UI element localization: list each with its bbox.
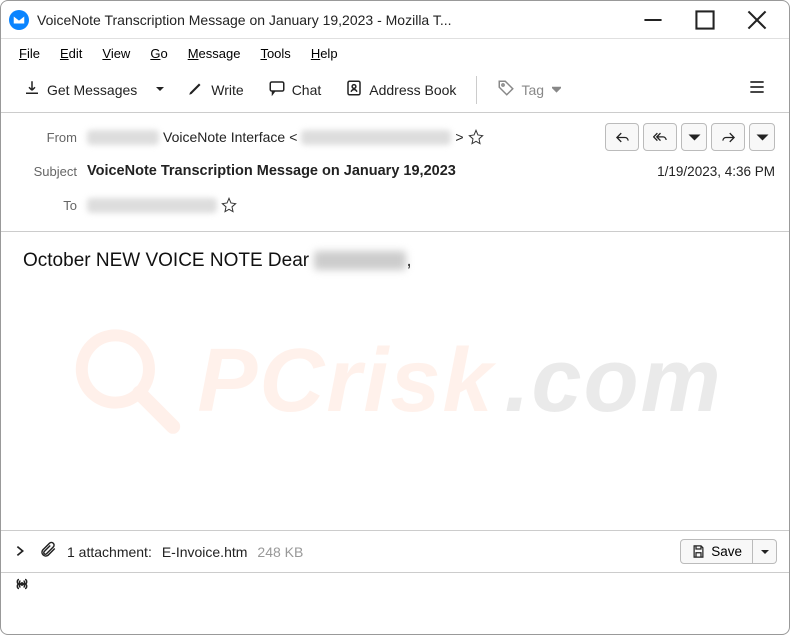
reply-button[interactable] [605, 123, 639, 151]
menu-view[interactable]: View [94, 43, 138, 64]
body-text-before: October NEW VOICE NOTE Dear [23, 250, 314, 271]
body-name-redacted [314, 251, 406, 270]
menu-go[interactable]: Go [142, 43, 175, 64]
attachment-count: 1 attachment: [67, 544, 152, 560]
menu-edit[interactable]: Edit [52, 43, 90, 64]
window-titlebar: VoiceNote Transcription Message on Janua… [1, 1, 789, 39]
write-button[interactable]: Write [177, 73, 253, 106]
menu-tools[interactable]: Tools [252, 43, 298, 64]
get-messages-label: Get Messages [47, 82, 137, 98]
get-messages-dropdown[interactable] [147, 75, 173, 105]
to-star-icon[interactable] [221, 197, 237, 213]
forward-button[interactable] [711, 123, 745, 151]
message-date: 1/19/2023, 4:36 PM [657, 164, 775, 179]
pencil-icon [187, 79, 205, 100]
header-actions [605, 123, 775, 151]
window-controls [641, 8, 781, 32]
from-label: From [15, 130, 77, 145]
more-actions-dropdown[interactable] [749, 123, 775, 151]
reply-dropdown[interactable] [681, 123, 707, 151]
save-group: Save [680, 539, 777, 564]
download-icon [23, 79, 41, 100]
status-bar [1, 572, 789, 600]
thunderbird-icon [9, 10, 29, 30]
menu-message[interactable]: Message [180, 43, 249, 64]
close-button[interactable] [745, 8, 769, 32]
from-prefix-redacted [87, 130, 159, 145]
paperclip-icon [39, 541, 57, 562]
chat-label: Chat [292, 82, 322, 98]
menubar: File Edit View Go Message Tools Help [1, 39, 789, 67]
attachment-size: 248 KB [257, 544, 303, 560]
from-star-icon[interactable] [468, 129, 484, 145]
subject-value: VoiceNote Transcription Message on Janua… [87, 163, 657, 179]
address-book-label: Address Book [369, 82, 456, 98]
save-button[interactable]: Save [680, 539, 753, 564]
menu-help[interactable]: Help [303, 43, 346, 64]
watermark: PCrisk.com [67, 321, 722, 441]
attachment-bar: 1 attachment: E-Invoice.htm 248 KB Save [1, 530, 789, 572]
app-menu-button[interactable] [737, 71, 777, 108]
tag-icon [497, 79, 515, 100]
from-name: VoiceNote Interface [163, 129, 285, 145]
tag-label: Tag [521, 82, 544, 98]
minimize-button[interactable] [641, 8, 665, 32]
subject-label: Subject [15, 164, 77, 179]
to-value [87, 197, 775, 213]
get-messages-button[interactable]: Get Messages [13, 73, 147, 106]
address-book-icon [345, 79, 363, 100]
write-label: Write [211, 82, 243, 98]
maximize-button[interactable] [693, 8, 717, 32]
attachment-filename[interactable]: E-Invoice.htm [162, 544, 248, 560]
toolbar: Get Messages Write Chat Address Book Tag [1, 67, 789, 113]
save-dropdown[interactable] [753, 539, 777, 564]
chat-button[interactable]: Chat [258, 73, 332, 106]
window-title: VoiceNote Transcription Message on Janua… [37, 12, 641, 28]
body-text-after: , [406, 250, 411, 271]
toolbar-separator [476, 76, 477, 104]
tag-button[interactable]: Tag [487, 73, 571, 106]
message-body: PCrisk.com October NEW VOICE NOTE Dear , [1, 232, 789, 530]
to-redacted [87, 198, 217, 213]
to-label: To [15, 198, 77, 213]
from-email-redacted [301, 130, 451, 145]
chat-icon [268, 79, 286, 100]
message-header: From VoiceNote Interface <> Subject Voic… [1, 113, 789, 232]
reply-all-button[interactable] [643, 123, 677, 151]
connection-icon [13, 577, 31, 596]
save-label: Save [711, 544, 742, 559]
address-book-button[interactable]: Address Book [335, 73, 466, 106]
menu-file[interactable]: File [11, 43, 48, 64]
from-value: VoiceNote Interface <> [87, 129, 605, 145]
attachment-expand-icon[interactable] [13, 544, 29, 560]
